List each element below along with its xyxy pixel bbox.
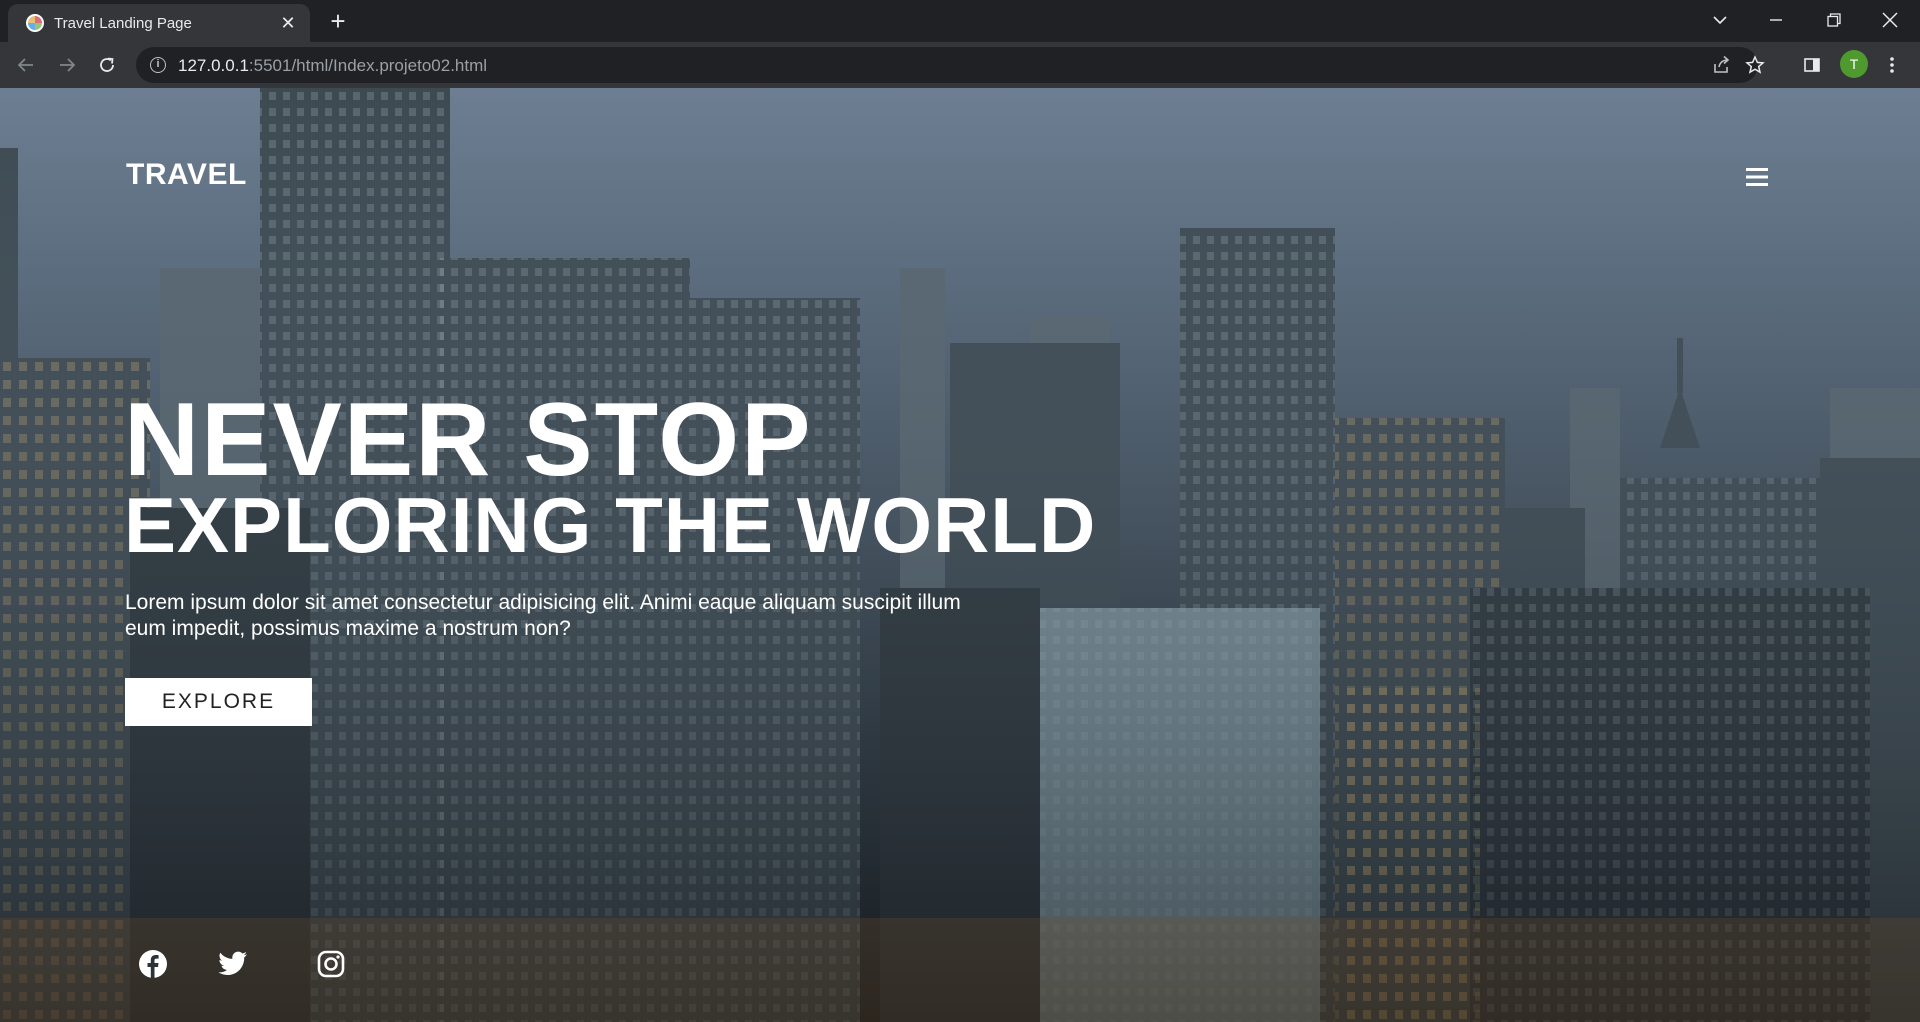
explore-button[interactable]: EXPLORE: [125, 678, 312, 726]
hamburger-icon[interactable]: [1740, 160, 1774, 194]
facebook-icon[interactable]: [137, 948, 169, 980]
tab-close-icon[interactable]: ✕: [276, 11, 300, 35]
new-tab-button[interactable]: +: [323, 6, 353, 36]
tab-search-icon[interactable]: [1692, 0, 1748, 40]
site-info-icon[interactable]: i: [150, 57, 166, 73]
minimize-icon[interactable]: [1748, 0, 1804, 40]
share-icon[interactable]: [1710, 54, 1732, 76]
close-icon[interactable]: [1862, 0, 1918, 40]
url-text[interactable]: 127.0.0.1:5501/html/Index.projeto02.html: [178, 56, 487, 76]
restore-icon[interactable]: [1806, 0, 1862, 40]
address-bar[interactable]: i 127.0.0.1:5501/html/Index.projeto02.ht…: [136, 47, 1765, 83]
browser-toolbar: i 127.0.0.1:5501/html/Index.projeto02.ht…: [0, 42, 1920, 88]
hero-title-line2: EXPLORING THE WORLD: [124, 481, 1097, 569]
instagram-icon[interactable]: [315, 948, 347, 980]
twitter-icon[interactable]: [217, 948, 249, 980]
hero-title-line1: NEVER STOP: [124, 382, 813, 498]
url-path: :5501/html/Index.projeto02.html: [248, 56, 488, 75]
forward-arrow-icon[interactable]: [51, 49, 83, 81]
side-panel-icon[interactable]: [1796, 49, 1828, 81]
tab-favicon-icon: [26, 14, 44, 32]
browser-tab[interactable]: Travel Landing Page ✕: [8, 4, 310, 42]
page-viewport: TRAVEL NEVER STOP EXPLORING THE WORLD Lo…: [0, 88, 1920, 1022]
browser-tab-strip: Travel Landing Page ✕ +: [0, 0, 1920, 42]
star-icon[interactable]: [1744, 54, 1766, 76]
tab-title: Travel Landing Page: [54, 15, 192, 32]
profile-avatar[interactable]: T: [1840, 50, 1868, 78]
reload-icon[interactable]: [91, 49, 123, 81]
url-host: 127.0.0.1: [178, 56, 249, 75]
hero-description: Lorem ipsum dolor sit amet consectetur a…: [125, 591, 961, 640]
back-arrow-icon[interactable]: [10, 49, 42, 81]
kebab-menu-icon[interactable]: [1876, 49, 1908, 81]
brand-logo[interactable]: TRAVEL: [126, 158, 247, 192]
